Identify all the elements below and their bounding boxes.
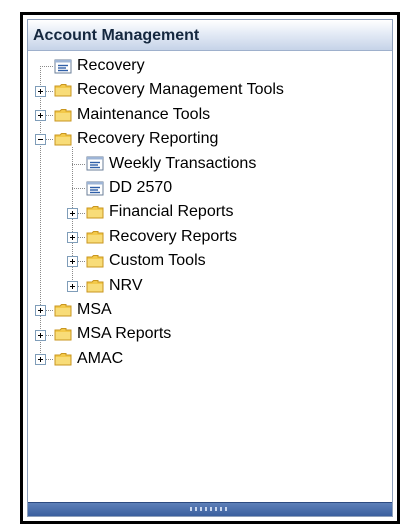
panel-body: Account Management Recovery Recovery Mana… (27, 19, 393, 517)
collapse-recovery-reporting-icon[interactable] (35, 134, 46, 146)
expand-recovery-reports-icon[interactable] (67, 232, 78, 243)
tree-node-recovery[interactable]: Recovery (54, 54, 145, 78)
folder-icon (86, 279, 104, 293)
tree-node-maintenance-tools[interactable]: Maintenance Tools (54, 103, 210, 127)
tree-node-recovery-management-tools[interactable]: Recovery Management Tools (54, 78, 284, 102)
folder-icon (54, 83, 72, 97)
tree-node-label: AMAC (77, 349, 124, 367)
folder-icon (86, 230, 104, 244)
folder-icon (54, 327, 72, 341)
expand-nrv-icon[interactable] (67, 280, 78, 292)
tree-node-amac[interactable]: AMAC (54, 347, 123, 371)
navigation-tree: Recovery Recovery Management Tools Mainten… (28, 51, 392, 502)
document-icon (54, 59, 72, 74)
tree-node-label: Recovery Management Tools (77, 81, 284, 99)
tree-node-weekly-transactions[interactable]: Weekly Transactions (86, 152, 256, 176)
folder-icon (54, 132, 72, 146)
tree-node-label: Recovery (77, 57, 145, 74)
expand-msa-reports-icon[interactable] (35, 329, 46, 341)
tree-node-label: Recovery Reports (109, 227, 238, 245)
tree-node-label: Financial Reports (109, 203, 234, 221)
document-icon (86, 181, 104, 196)
folder-icon (54, 303, 72, 317)
folder-icon (86, 254, 104, 268)
expand-maintenance-tools-icon[interactable] (35, 110, 46, 121)
expand-recovery-management-tools-icon[interactable] (35, 85, 46, 97)
tree-node-label: DD 2570 (109, 179, 173, 196)
resize-bar[interactable] (28, 502, 392, 516)
tree-connector-line (40, 66, 53, 68)
expand-financial-reports-icon[interactable] (67, 207, 78, 219)
panel-title: Account Management (33, 27, 200, 44)
tree-node-label: MSA (77, 301, 112, 318)
tree-node-dd-2570[interactable]: DD 2570 (86, 176, 172, 200)
tree-node-custom-tools[interactable]: Custom Tools (86, 249, 206, 273)
tree-connector-line (72, 188, 85, 190)
tree-node-label: Custom Tools (109, 252, 206, 270)
tree-node-label: MSA Reports (77, 325, 172, 343)
folder-icon (86, 205, 104, 219)
tree-node-label: Weekly Transactions (109, 154, 257, 172)
expand-msa-icon[interactable] (35, 305, 46, 317)
folder-icon (54, 108, 72, 122)
tree-node-recovery-reports[interactable]: Recovery Reports (86, 225, 237, 249)
tree-node-label: NRV (109, 276, 143, 294)
tree-node-label: Recovery Reporting (77, 130, 219, 148)
document-icon (86, 156, 104, 171)
tree-connector-line (72, 163, 85, 165)
expand-amac-icon[interactable] (35, 354, 46, 365)
expand-custom-tools-icon[interactable] (67, 256, 78, 268)
resize-grip-icon[interactable] (190, 507, 230, 511)
tree-node-label: Maintenance Tools (77, 105, 211, 123)
account-management-panel: Account Management Recovery Recovery Mana… (20, 12, 400, 524)
folder-icon (54, 352, 72, 366)
tree-node-recovery-reporting[interactable]: Recovery Reporting (54, 127, 218, 151)
tree-node-msa-reports[interactable]: MSA Reports (54, 322, 171, 346)
panel-header: Account Management (28, 20, 392, 51)
tree-node-msa[interactable]: MSA (54, 298, 112, 322)
tree-node-nrv[interactable]: NRV (86, 274, 143, 298)
tree-node-financial-reports[interactable]: Financial Reports (86, 200, 234, 224)
